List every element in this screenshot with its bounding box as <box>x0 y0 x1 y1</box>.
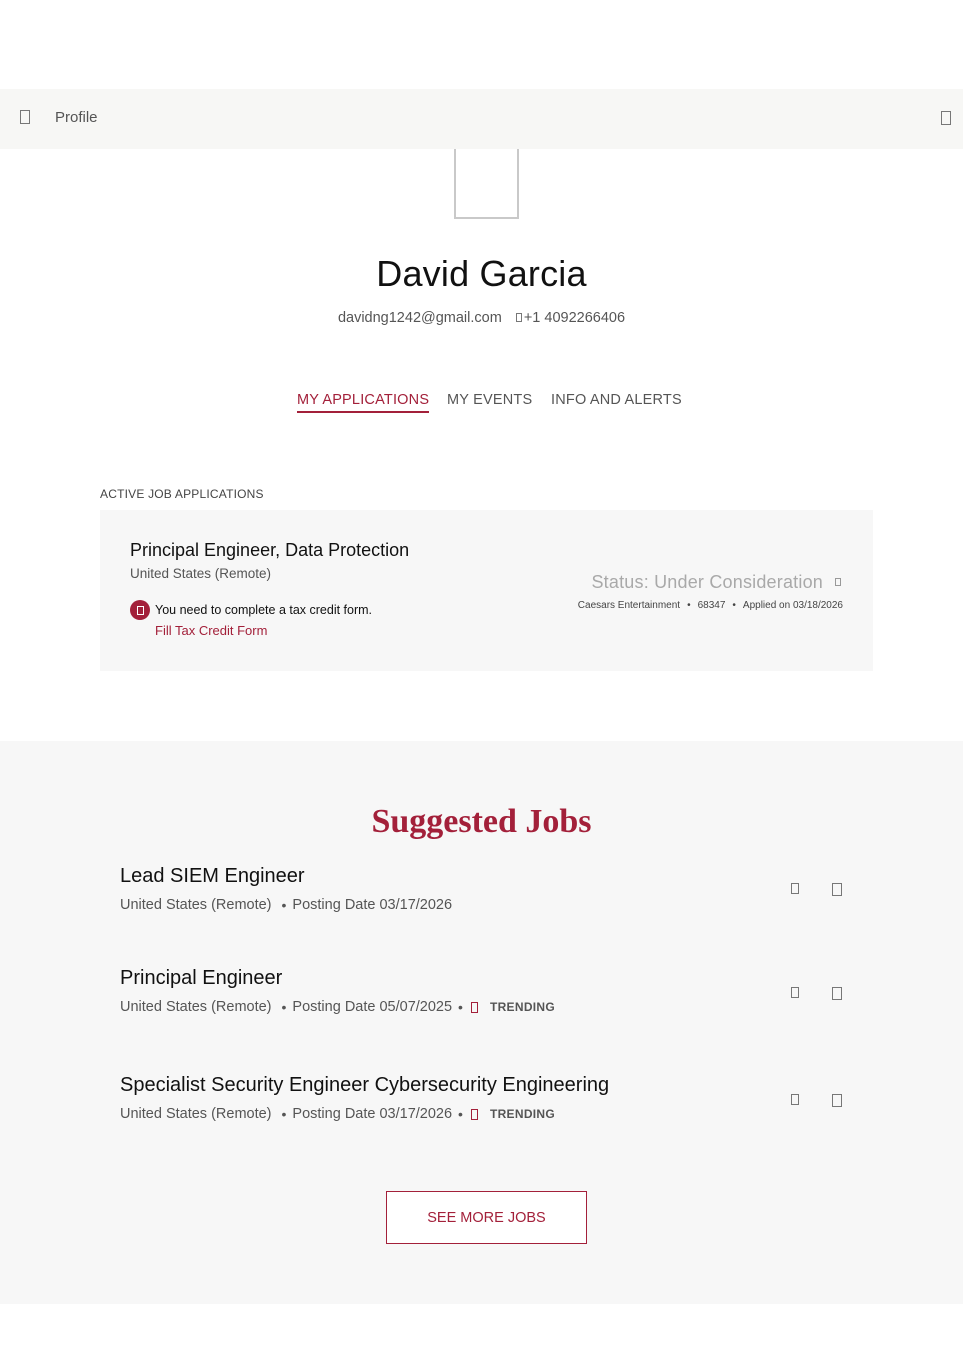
application-meta: Caesars Entertainment • 68347 • Applied on 0… <box>578 600 843 611</box>
application-req-id: 68347 <box>697 600 726 611</box>
application-card[interactable]: Principal Engineer, Data Protection Unit… <box>100 510 873 671</box>
job-posting-date: Posting Date 03/17/2026 <box>292 1106 453 1122</box>
application-location: United States (Remote) <box>130 566 272 581</box>
info-icon[interactable] <box>835 578 841 586</box>
separator-dot: • <box>687 600 691 611</box>
job-item[interactable]: Specialist Security Engineer Cybersecuri… <box>120 1074 860 1122</box>
profile-email: davidng1242@gmail.com <box>337 310 502 326</box>
fill-tax-credit-form-link[interactable]: Fill Tax Credit Form <box>155 623 267 638</box>
top-bar: Profile <box>0 89 963 149</box>
job-meta: United States (Remote) • Posting Date 03… <box>120 897 860 913</box>
profile-phone: +1 4092266406 <box>523 310 626 326</box>
application-title[interactable]: Principal Engineer, Data Protection <box>130 540 409 561</box>
separator-dot: • <box>732 600 736 611</box>
avatar <box>454 149 519 219</box>
page-title: Profile <box>55 109 98 126</box>
job-location: United States (Remote) <box>120 999 272 1015</box>
trending-icon <box>470 1001 478 1013</box>
job-location: United States (Remote) <box>120 897 272 913</box>
trending-badge: TRENDING <box>489 1000 556 1014</box>
job-title[interactable]: Lead SIEM Engineer <box>120 865 860 888</box>
bookmark-icon[interactable] <box>791 1094 799 1105</box>
page: Profile David Garcia davidng1242@gmail.c… <box>0 0 963 1354</box>
share-icon[interactable] <box>832 1094 842 1107</box>
phone-icon <box>515 313 522 322</box>
notification-icon[interactable] <box>941 111 951 125</box>
separator-dot: • <box>458 1106 463 1122</box>
job-location: United States (Remote) <box>120 1106 272 1122</box>
application-status: Status: Under Consideration <box>591 572 823 592</box>
profile-tabs: MY APPLICATIONS MY EVENTS INFO AND ALERT… <box>0 392 963 416</box>
share-icon[interactable] <box>832 987 842 1000</box>
alert-icon <box>130 600 150 620</box>
job-item[interactable]: Lead SIEM Engineer United States (Remote… <box>120 865 860 913</box>
suggested-jobs-title: Suggested Jobs <box>371 803 592 840</box>
tab-info-and-alerts[interactable]: INFO AND ALERTS <box>551 392 682 408</box>
alert-message: You need to complete a tax credit form. <box>155 603 373 617</box>
trending-icon <box>470 1108 478 1120</box>
trending-badge: TRENDING <box>489 1107 556 1121</box>
job-meta: United States (Remote) • Posting Date 03… <box>120 1106 860 1122</box>
tab-my-events[interactable]: MY EVENTS <box>447 392 532 408</box>
separator-dot: • <box>458 999 463 1015</box>
application-company: Caesars Entertainment <box>577 600 681 611</box>
contact-line: davidng1242@gmail.com +1 4092266406 <box>0 310 963 326</box>
job-title[interactable]: Principal Engineer <box>120 967 860 990</box>
profile-name: David Garcia <box>376 253 587 294</box>
job-meta: United States (Remote) • Posting Date 05… <box>120 999 860 1015</box>
separator-dot: • <box>281 1106 287 1122</box>
job-item[interactable]: Principal Engineer United States (Remote… <box>120 967 860 1015</box>
suggested-jobs-section: Suggested Jobs Lead SIEM Engineer United… <box>0 741 963 1304</box>
bookmark-icon[interactable] <box>791 883 799 894</box>
application-applied-date: Applied on 03/18/2026 <box>742 600 843 611</box>
bookmark-icon[interactable] <box>791 987 799 998</box>
job-title[interactable]: Specialist Security Engineer Cybersecuri… <box>120 1074 860 1097</box>
tab-my-applications[interactable]: MY APPLICATIONS <box>297 392 430 413</box>
see-more-jobs-button[interactable]: SEE MORE JOBS <box>386 1191 587 1244</box>
active-applications-heading: ACTIVE JOB APPLICATIONS <box>100 487 264 501</box>
menu-icon[interactable] <box>20 110 30 124</box>
separator-dot: • <box>281 897 287 913</box>
job-posting-date: Posting Date 03/17/2026 <box>292 897 453 913</box>
separator-dot: • <box>281 999 287 1015</box>
share-icon[interactable] <box>832 883 842 896</box>
job-posting-date: Posting Date 05/07/2025 <box>292 999 453 1015</box>
